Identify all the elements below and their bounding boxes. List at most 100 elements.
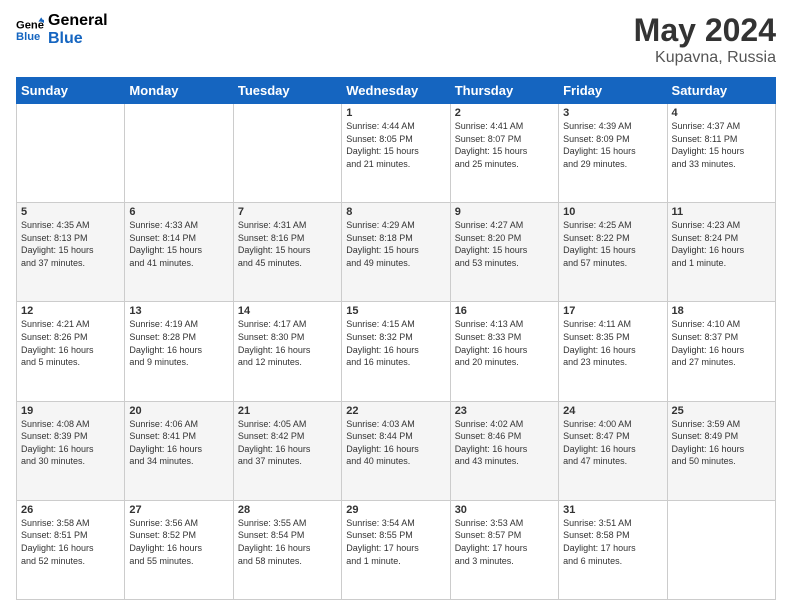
calendar-cell: 4Sunrise: 4:37 AM Sunset: 8:11 PM Daylig… bbox=[667, 104, 775, 203]
header: General Blue General Blue May 2024 Kupav… bbox=[16, 12, 776, 67]
day-number: 17 bbox=[563, 305, 662, 317]
weekday-header-saturday: Saturday bbox=[667, 78, 775, 104]
day-number: 16 bbox=[455, 305, 554, 317]
day-number: 18 bbox=[672, 305, 771, 317]
day-number: 31 bbox=[563, 504, 662, 516]
day-number: 28 bbox=[238, 504, 337, 516]
calendar-cell bbox=[667, 500, 775, 599]
weekday-header-row: SundayMondayTuesdayWednesdayThursdayFrid… bbox=[17, 78, 776, 104]
calendar-cell: 10Sunrise: 4:25 AM Sunset: 8:22 PM Dayli… bbox=[559, 203, 667, 302]
day-number: 29 bbox=[346, 504, 445, 516]
calendar-cell: 15Sunrise: 4:15 AM Sunset: 8:32 PM Dayli… bbox=[342, 302, 450, 401]
calendar-cell: 20Sunrise: 4:06 AM Sunset: 8:41 PM Dayli… bbox=[125, 401, 233, 500]
day-info: Sunrise: 4:15 AM Sunset: 8:32 PM Dayligh… bbox=[346, 318, 445, 368]
svg-text:Blue: Blue bbox=[16, 30, 40, 42]
weekday-header-thursday: Thursday bbox=[450, 78, 558, 104]
weekday-header-monday: Monday bbox=[125, 78, 233, 104]
calendar-cell: 1Sunrise: 4:44 AM Sunset: 8:05 PM Daylig… bbox=[342, 104, 450, 203]
day-number: 15 bbox=[346, 305, 445, 317]
calendar-cell: 29Sunrise: 3:54 AM Sunset: 8:55 PM Dayli… bbox=[342, 500, 450, 599]
day-info: Sunrise: 3:54 AM Sunset: 8:55 PM Dayligh… bbox=[346, 517, 445, 567]
day-number: 20 bbox=[129, 405, 228, 417]
week-row-2: 12Sunrise: 4:21 AM Sunset: 8:26 PM Dayli… bbox=[17, 302, 776, 401]
main-title: May 2024 bbox=[634, 12, 776, 49]
day-info: Sunrise: 4:27 AM Sunset: 8:20 PM Dayligh… bbox=[455, 219, 554, 269]
day-info: Sunrise: 4:13 AM Sunset: 8:33 PM Dayligh… bbox=[455, 318, 554, 368]
day-number: 11 bbox=[672, 206, 771, 218]
calendar-cell: 22Sunrise: 4:03 AM Sunset: 8:44 PM Dayli… bbox=[342, 401, 450, 500]
day-info: Sunrise: 3:55 AM Sunset: 8:54 PM Dayligh… bbox=[238, 517, 337, 567]
day-info: Sunrise: 4:25 AM Sunset: 8:22 PM Dayligh… bbox=[563, 219, 662, 269]
calendar-cell: 12Sunrise: 4:21 AM Sunset: 8:26 PM Dayli… bbox=[17, 302, 125, 401]
day-number: 23 bbox=[455, 405, 554, 417]
day-info: Sunrise: 4:39 AM Sunset: 8:09 PM Dayligh… bbox=[563, 120, 662, 170]
calendar-cell: 2Sunrise: 4:41 AM Sunset: 8:07 PM Daylig… bbox=[450, 104, 558, 203]
calendar-cell: 23Sunrise: 4:02 AM Sunset: 8:46 PM Dayli… bbox=[450, 401, 558, 500]
weekday-header-tuesday: Tuesday bbox=[233, 78, 341, 104]
calendar-cell: 17Sunrise: 4:11 AM Sunset: 8:35 PM Dayli… bbox=[559, 302, 667, 401]
day-info: Sunrise: 4:03 AM Sunset: 8:44 PM Dayligh… bbox=[346, 418, 445, 468]
day-info: Sunrise: 3:56 AM Sunset: 8:52 PM Dayligh… bbox=[129, 517, 228, 567]
calendar-cell: 3Sunrise: 4:39 AM Sunset: 8:09 PM Daylig… bbox=[559, 104, 667, 203]
calendar-cell: 13Sunrise: 4:19 AM Sunset: 8:28 PM Dayli… bbox=[125, 302, 233, 401]
calendar-cell: 21Sunrise: 4:05 AM Sunset: 8:42 PM Dayli… bbox=[233, 401, 341, 500]
day-number: 1 bbox=[346, 107, 445, 119]
page: General Blue General Blue May 2024 Kupav… bbox=[0, 0, 792, 612]
calendar-cell: 18Sunrise: 4:10 AM Sunset: 8:37 PM Dayli… bbox=[667, 302, 775, 401]
day-number: 24 bbox=[563, 405, 662, 417]
day-info: Sunrise: 4:21 AM Sunset: 8:26 PM Dayligh… bbox=[21, 318, 120, 368]
day-info: Sunrise: 3:59 AM Sunset: 8:49 PM Dayligh… bbox=[672, 418, 771, 468]
title-block: May 2024 Kupavna, Russia bbox=[634, 12, 776, 67]
day-number: 26 bbox=[21, 504, 120, 516]
day-number: 19 bbox=[21, 405, 120, 417]
day-info: Sunrise: 3:51 AM Sunset: 8:58 PM Dayligh… bbox=[563, 517, 662, 567]
day-number: 6 bbox=[129, 206, 228, 218]
day-number: 25 bbox=[672, 405, 771, 417]
day-info: Sunrise: 4:00 AM Sunset: 8:47 PM Dayligh… bbox=[563, 418, 662, 468]
week-row-4: 26Sunrise: 3:58 AM Sunset: 8:51 PM Dayli… bbox=[17, 500, 776, 599]
calendar-cell: 9Sunrise: 4:27 AM Sunset: 8:20 PM Daylig… bbox=[450, 203, 558, 302]
calendar-cell: 28Sunrise: 3:55 AM Sunset: 8:54 PM Dayli… bbox=[233, 500, 341, 599]
day-info: Sunrise: 4:41 AM Sunset: 8:07 PM Dayligh… bbox=[455, 120, 554, 170]
day-number: 5 bbox=[21, 206, 120, 218]
day-info: Sunrise: 3:53 AM Sunset: 8:57 PM Dayligh… bbox=[455, 517, 554, 567]
day-number: 13 bbox=[129, 305, 228, 317]
week-row-1: 5Sunrise: 4:35 AM Sunset: 8:13 PM Daylig… bbox=[17, 203, 776, 302]
day-number: 3 bbox=[563, 107, 662, 119]
logo-blue: Blue bbox=[48, 30, 108, 48]
calendar-cell: 11Sunrise: 4:23 AM Sunset: 8:24 PM Dayli… bbox=[667, 203, 775, 302]
day-number: 4 bbox=[672, 107, 771, 119]
calendar-cell: 8Sunrise: 4:29 AM Sunset: 8:18 PM Daylig… bbox=[342, 203, 450, 302]
day-number: 9 bbox=[455, 206, 554, 218]
calendar-cell: 7Sunrise: 4:31 AM Sunset: 8:16 PM Daylig… bbox=[233, 203, 341, 302]
weekday-header-friday: Friday bbox=[559, 78, 667, 104]
day-number: 30 bbox=[455, 504, 554, 516]
day-info: Sunrise: 4:31 AM Sunset: 8:16 PM Dayligh… bbox=[238, 219, 337, 269]
calendar-cell: 5Sunrise: 4:35 AM Sunset: 8:13 PM Daylig… bbox=[17, 203, 125, 302]
day-info: Sunrise: 4:05 AM Sunset: 8:42 PM Dayligh… bbox=[238, 418, 337, 468]
day-number: 8 bbox=[346, 206, 445, 218]
calendar-cell: 16Sunrise: 4:13 AM Sunset: 8:33 PM Dayli… bbox=[450, 302, 558, 401]
calendar-cell bbox=[125, 104, 233, 203]
day-number: 7 bbox=[238, 206, 337, 218]
day-info: Sunrise: 4:37 AM Sunset: 8:11 PM Dayligh… bbox=[672, 120, 771, 170]
weekday-header-wednesday: Wednesday bbox=[342, 78, 450, 104]
calendar-cell: 26Sunrise: 3:58 AM Sunset: 8:51 PM Dayli… bbox=[17, 500, 125, 599]
day-number: 27 bbox=[129, 504, 228, 516]
week-row-0: 1Sunrise: 4:44 AM Sunset: 8:05 PM Daylig… bbox=[17, 104, 776, 203]
calendar-cell: 14Sunrise: 4:17 AM Sunset: 8:30 PM Dayli… bbox=[233, 302, 341, 401]
day-info: Sunrise: 4:06 AM Sunset: 8:41 PM Dayligh… bbox=[129, 418, 228, 468]
day-info: Sunrise: 4:02 AM Sunset: 8:46 PM Dayligh… bbox=[455, 418, 554, 468]
calendar-cell: 31Sunrise: 3:51 AM Sunset: 8:58 PM Dayli… bbox=[559, 500, 667, 599]
calendar-cell bbox=[17, 104, 125, 203]
calendar-cell: 24Sunrise: 4:00 AM Sunset: 8:47 PM Dayli… bbox=[559, 401, 667, 500]
day-info: Sunrise: 4:10 AM Sunset: 8:37 PM Dayligh… bbox=[672, 318, 771, 368]
day-info: Sunrise: 4:17 AM Sunset: 8:30 PM Dayligh… bbox=[238, 318, 337, 368]
week-row-3: 19Sunrise: 4:08 AM Sunset: 8:39 PM Dayli… bbox=[17, 401, 776, 500]
day-info: Sunrise: 3:58 AM Sunset: 8:51 PM Dayligh… bbox=[21, 517, 120, 567]
day-info: Sunrise: 4:19 AM Sunset: 8:28 PM Dayligh… bbox=[129, 318, 228, 368]
calendar-table: SundayMondayTuesdayWednesdayThursdayFrid… bbox=[16, 77, 776, 600]
calendar-cell: 27Sunrise: 3:56 AM Sunset: 8:52 PM Dayli… bbox=[125, 500, 233, 599]
day-info: Sunrise: 4:08 AM Sunset: 8:39 PM Dayligh… bbox=[21, 418, 120, 468]
logo: General Blue General Blue bbox=[16, 12, 108, 47]
